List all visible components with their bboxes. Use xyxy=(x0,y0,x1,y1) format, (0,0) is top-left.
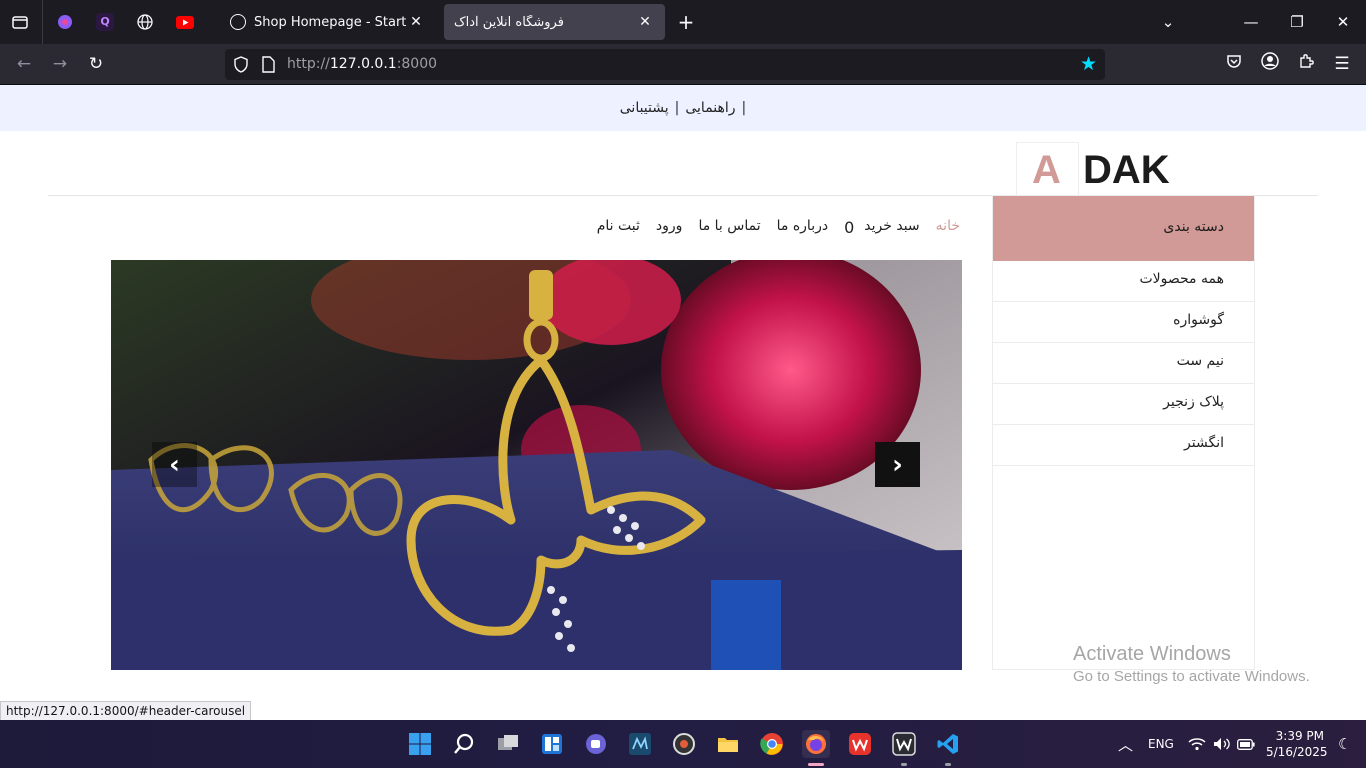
shield-icon[interactable] xyxy=(233,56,249,77)
url-host: 127.0.0.1 xyxy=(329,56,397,72)
address-bar[interactable]: http://127.0.0.1:8000 ★ xyxy=(225,49,1105,80)
category-item-pendant-chain[interactable]: پلاک زنجیر xyxy=(993,384,1254,425)
nav-home[interactable]: خانه xyxy=(936,218,960,237)
category-heading[interactable]: دسته بندی xyxy=(993,196,1254,261)
main-nav-menu: خانه سبد خرید 0 درباره ما تماس با ما ورو… xyxy=(590,218,960,237)
chrome-icon[interactable] xyxy=(758,730,786,758)
logo-letter[interactable]: A xyxy=(1032,148,1061,193)
tab-adak-shop[interactable]: فروشگاه انلاین آداک ✕ xyxy=(444,4,665,40)
category-item-half-set[interactable]: نیم ست xyxy=(993,343,1254,384)
nav-login[interactable]: ورود xyxy=(656,218,683,237)
start-windows-icon[interactable] xyxy=(406,730,434,758)
help-link[interactable]: راهنمایی xyxy=(685,100,735,116)
hamburger-menu-icon[interactable]: ☰ xyxy=(1330,52,1354,76)
wampserver-icon[interactable] xyxy=(890,730,918,758)
divider: | xyxy=(741,100,747,116)
header-carousel[interactable] xyxy=(111,260,962,670)
close-tab-icon[interactable]: ✕ xyxy=(406,14,426,30)
logo-text[interactable]: DAK xyxy=(1083,148,1170,193)
close-tab-icon[interactable]: ✕ xyxy=(635,14,655,30)
battery-icon[interactable] xyxy=(1237,720,1255,768)
page-info-icon[interactable] xyxy=(261,56,275,77)
watermark-subtitle: Go to Settings to activate Windows. xyxy=(1073,668,1310,685)
chevron-left-icon: ‹ xyxy=(169,449,180,480)
minimize-window-button[interactable]: — xyxy=(1239,10,1263,34)
mysql-workbench-icon[interactable] xyxy=(626,730,654,758)
tab-bar-separator xyxy=(42,0,43,44)
browser-tab-bar: Q Shop Homepage - Start Bootstr ✕ فروشگا… xyxy=(0,0,1366,44)
pinned-youtube-icon[interactable] xyxy=(173,10,197,34)
running-indicator xyxy=(808,763,824,766)
tab-shop-homepage[interactable]: Shop Homepage - Start Bootstr ✕ xyxy=(220,4,436,40)
list-all-tabs-chevron-icon[interactable]: ⌄ xyxy=(1156,10,1180,34)
category-sidebar: دسته بندی همه محصولات گوشواره نیم ست پلا… xyxy=(992,195,1255,670)
category-item-ring[interactable]: انگشتر xyxy=(993,425,1254,466)
category-item-all[interactable]: همه محصولات xyxy=(993,261,1254,302)
clock-time: 3:39 PM xyxy=(1275,729,1324,743)
bookmark-star-icon[interactable]: ★ xyxy=(1080,53,1097,75)
globe-icon xyxy=(230,14,246,30)
tab-title: فروشگاه انلاین آداک xyxy=(454,14,564,30)
windows-taskbar: ︿ ENG 3:39 PM 5/16/2025 ☾ xyxy=(0,720,1366,768)
pinned-globe-icon[interactable] xyxy=(133,10,157,34)
reload-icon[interactable]: ↻ xyxy=(84,52,108,76)
watermark-title: Activate Windows xyxy=(1073,643,1231,665)
tray-overflow-chevron-icon[interactable]: ︿ xyxy=(1118,720,1133,768)
teams-chat-icon[interactable] xyxy=(582,730,610,758)
pocket-icon[interactable] xyxy=(1222,52,1246,76)
firefox-icon[interactable] xyxy=(802,730,830,758)
pinned-q-app-icon[interactable]: Q xyxy=(93,10,117,34)
url-text[interactable]: http://127.0.0.1:8000 xyxy=(287,56,437,72)
forward-arrow-icon[interactable]: → xyxy=(48,52,72,76)
file-explorer-icon[interactable] xyxy=(714,730,742,758)
carousel-slide-image xyxy=(111,260,962,670)
cart-count-badge[interactable]: 0 xyxy=(844,218,854,237)
notification-moon-icon[interactable]: ☾ xyxy=(1338,720,1351,768)
nav-about[interactable]: درباره ما xyxy=(777,218,828,237)
extensions-puzzle-icon[interactable] xyxy=(1294,52,1318,76)
status-link-preview: http://127.0.0.1:8000/#header-carousel xyxy=(0,701,252,721)
nav-register[interactable]: ثبت نام xyxy=(597,218,640,237)
tab-title: Shop Homepage - Start Bootstr xyxy=(254,14,406,30)
restore-window-button[interactable]: ❐ xyxy=(1285,10,1309,34)
back-arrow-icon[interactable]: ← xyxy=(12,52,36,76)
clock-date: 5/16/2025 xyxy=(1266,745,1328,759)
nav-cart[interactable]: سبد خرید xyxy=(864,218,919,237)
chevron-right-icon: › xyxy=(892,449,903,480)
divider: | xyxy=(674,100,680,116)
top-links: | راهنمایی | پشتیبانی xyxy=(0,100,1366,116)
running-indicator xyxy=(945,763,951,766)
url-scheme: http:// xyxy=(287,56,330,72)
vscode-icon[interactable] xyxy=(934,730,962,758)
system-clock[interactable]: 3:39 PM 5/16/2025 xyxy=(1266,728,1328,760)
support-link[interactable]: پشتیبانی xyxy=(620,100,669,116)
url-port: :8000 xyxy=(396,56,438,72)
search-icon[interactable] xyxy=(450,730,478,758)
media-player-icon[interactable] xyxy=(670,730,698,758)
browser-nav-bar: ← → ↻ http://127.0.0.1:8000 ★ ☰ xyxy=(0,44,1366,85)
widgets-icon[interactable] xyxy=(538,730,566,758)
volume-icon[interactable] xyxy=(1213,720,1231,768)
wifi-icon[interactable] xyxy=(1188,720,1206,768)
nav-contact[interactable]: تماس با ما xyxy=(698,218,760,237)
activate-windows-watermark: Activate Windows Go to Settings to activ… xyxy=(1073,643,1310,685)
wps-office-icon[interactable] xyxy=(846,730,874,758)
category-item-earrings[interactable]: گوشواره xyxy=(993,302,1254,343)
firefox-view-icon[interactable] xyxy=(8,10,32,34)
new-tab-button[interactable]: + xyxy=(674,10,698,34)
carousel-next-button[interactable]: › xyxy=(875,442,920,487)
close-window-button[interactable]: ✕ xyxy=(1331,10,1355,34)
task-view-icon[interactable] xyxy=(494,730,522,758)
account-icon[interactable] xyxy=(1258,52,1282,76)
running-indicator xyxy=(901,763,907,766)
language-indicator[interactable]: ENG xyxy=(1148,720,1174,768)
pinned-brain-app-icon[interactable] xyxy=(53,10,77,34)
carousel-prev-button[interactable]: ‹ xyxy=(152,442,197,487)
